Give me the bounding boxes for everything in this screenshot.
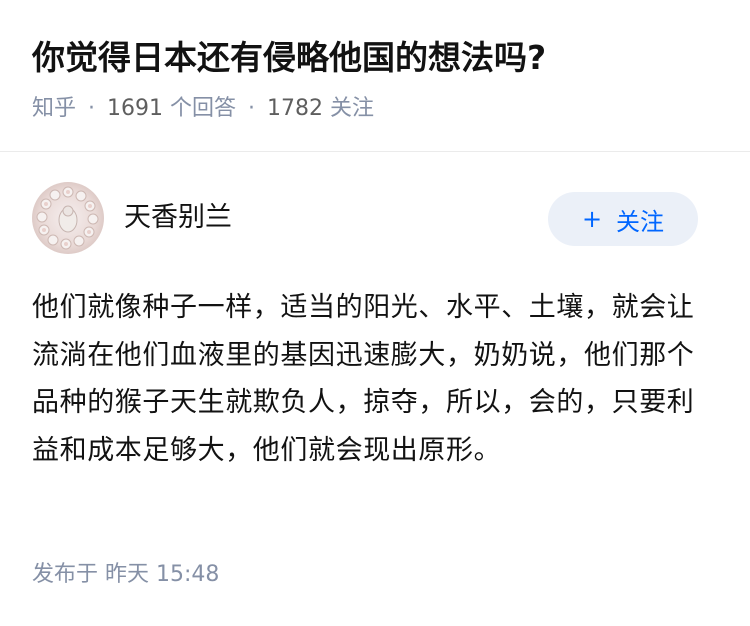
avatar-image [36,186,99,250]
answer-publish-time: 发布于 昨天 15:48 [32,558,219,592]
answers-count: 1691 [107,96,164,121]
question-title[interactable]: 你觉得日本还有侵略他国的想法吗? [32,34,546,82]
follow-button-label: 关注 [616,207,665,236]
question-meta: 知乎 · 1691 个回答 · 1782 关注 [32,92,374,126]
followers-label: 关注 [330,96,375,121]
author-name[interactable]: 天香别兰 [124,198,232,238]
published-time: 昨天 15:48 [105,562,220,587]
avatar[interactable] [32,182,104,254]
answer-content[interactable]: 他们就像种子一样，适当的阳光、水平、土壤，就会让流淌在他们血液里的基因迅速膨大，… [32,284,702,474]
followers-count: 1782 [267,96,324,121]
source-label[interactable]: 知乎 [32,96,76,121]
plus-icon: + [581,205,603,233]
meta-separator: · [248,96,256,121]
answers-label: 个回答 [170,96,237,121]
author-row: 天香别兰 + 关注 [32,182,718,258]
follow-button[interactable]: + 关注 [548,192,698,246]
meta-separator: · [88,96,96,121]
published-label: 发布于 [32,562,99,587]
question-header: 你觉得日本还有侵略他国的想法吗? 知乎 · 1691 个回答 · 1782 关注 [0,0,750,152]
